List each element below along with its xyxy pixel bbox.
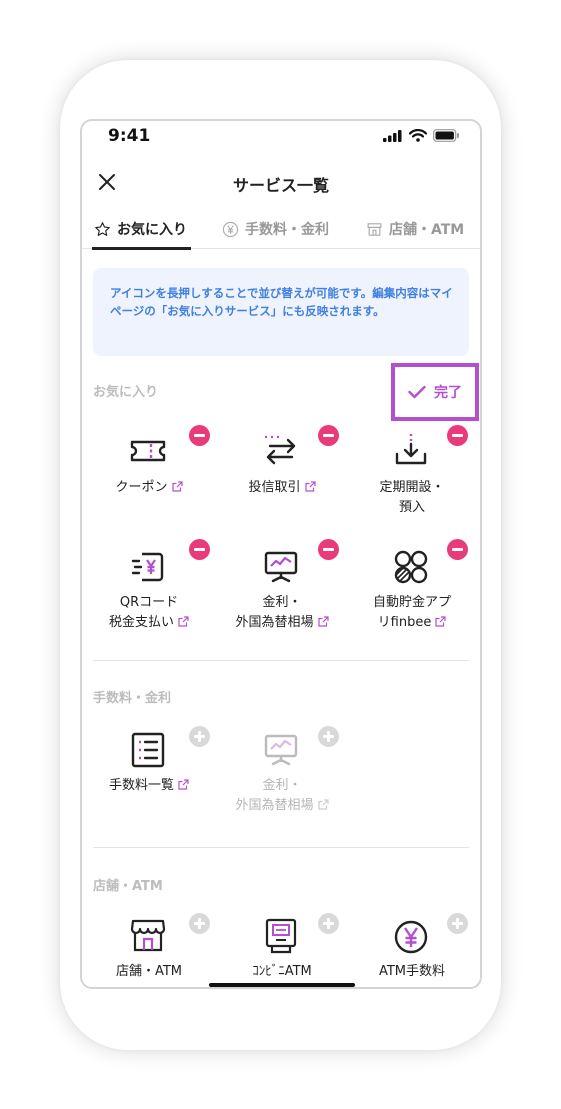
add-badge-rates[interactable] [318,726,339,747]
exchange-arrows-icon [265,435,296,465]
store-icon [130,919,166,952]
done-button[interactable]: 完了 [391,363,479,421]
status-time: 9:41 [108,126,151,146]
section-title-stores: 店舗・ATM [93,879,163,894]
tab-label: 店舗・ATM [389,222,465,238]
add-badge-fee-list[interactable] [189,726,210,747]
remove-badge-time-deposit[interactable] [447,425,468,446]
page-title: サービス一覧 [232,176,329,195]
service-label: QRコード 税金支払い [82,593,216,633]
section-divider [93,660,469,661]
rate-monitor-icon [264,551,298,583]
add-badge-atm-fee[interactable] [447,913,468,934]
done-label: 完了 [434,385,462,401]
yen-circle-icon [222,221,239,237]
remove-badge-rates[interactable] [318,539,339,560]
external-link-icon [178,779,189,790]
tab-stores[interactable]: 店舗・ATM [366,209,464,249]
tab-bar: お気に入り 手数料・金利 店舗・ATM [82,209,480,250]
service-label: 投信取引 [215,478,349,498]
signal-icon [383,129,402,142]
star-icon [95,221,110,236]
section-title-favorites: お気に入り [93,385,159,400]
service-label: 定期開設・ 預入 [379,480,445,515]
external-link-icon [435,616,446,627]
service-label: ｺﾝﾋﾞﾆATM [252,964,312,979]
external-link-icon [304,481,316,492]
check-icon [408,385,426,399]
atm-machine-icon [265,918,297,954]
deposit-download-icon [395,434,427,465]
remove-badge-investment-trust[interactable] [318,425,339,446]
coupon-icon [130,440,166,462]
service-label: 金利・ 外国為替相場 [215,776,349,816]
service-label: 手数料一覧 [82,776,216,796]
home-indicator [209,983,355,987]
external-link-icon [178,616,189,627]
tab-label: お気に入り [117,222,187,238]
wifi-icon [409,129,427,142]
info-banner: アイコンを長押しすることで並び替えが可能です。編集内容はマイページの「お気に入り… [93,268,469,356]
external-link-icon [171,481,183,492]
rate-monitor-icon [264,734,298,766]
app-screen: 9:41 サービス一覧 お気に入り 手数料・金利 店舗・ATM アイコンを長押し… [80,119,482,989]
service-label: 店舗・ATM [115,964,183,979]
fee-list-icon [131,732,165,768]
service-label: 自動貯金アプ リfinbee [372,595,451,630]
service-label: 金利・ 外国為替相場 [215,593,349,633]
add-badge-store-atm[interactable] [189,913,210,934]
status-icons [383,129,460,142]
header: サービス一覧 [82,159,480,203]
external-link-icon [317,799,329,810]
status-bar: 9:41 [82,121,480,155]
add-badge-convenience-atm[interactable] [318,913,339,934]
qr-tax-icon [131,552,164,582]
service-label: クーポン [82,478,216,498]
tab-label: 手数料・金利 [245,222,329,238]
store-icon [367,222,382,236]
battery-icon [433,129,459,142]
tab-favorites[interactable]: お気に入り [92,209,191,250]
remove-badge-finbee[interactable] [447,539,468,560]
finbee-icon [394,550,428,584]
yen-circle-icon [394,920,428,954]
remove-badge-coupon[interactable] [189,425,210,446]
section-divider [93,847,469,848]
service-label: ATM手数料 [378,964,446,979]
external-link-icon [317,616,329,627]
section-title-fees: 手数料・金利 [93,691,172,706]
remove-badge-qr-tax[interactable] [189,539,210,560]
tab-fees[interactable]: 手数料・金利 [222,209,329,249]
